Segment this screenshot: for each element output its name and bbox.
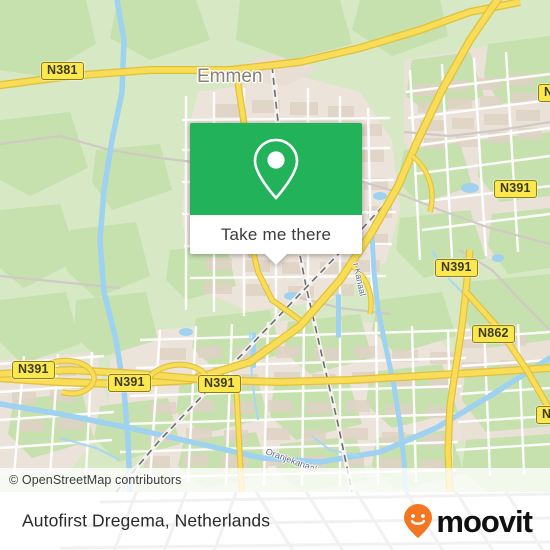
- popup-action-bar[interactable]: Take me there: [190, 215, 362, 265]
- shield-n862[interactable]: N862: [472, 325, 515, 343]
- shield-n391-left[interactable]: N391: [12, 361, 55, 379]
- shield-n391-right-lower[interactable]: N391: [435, 259, 478, 277]
- shield-partial-top-right[interactable]: N3: [538, 84, 550, 102]
- moovit-logo[interactable]: moovit: [403, 503, 533, 539]
- place-title: Autofirst Dregema, Netherlands: [22, 510, 271, 531]
- popup-image-area: [190, 123, 362, 215]
- shield-n391-center[interactable]: N391: [108, 374, 151, 392]
- map-pin-icon: [253, 138, 299, 200]
- popup-tail: [265, 254, 287, 265]
- moovit-pin-icon: [404, 504, 433, 538]
- take-me-there-popup[interactable]: Take me there: [190, 123, 362, 265]
- map-attribution-bar: © OpenStreetMap contributors: [0, 468, 550, 492]
- shield-n391-bottom-right[interactable]: N391: [198, 375, 241, 393]
- take-me-there-label: Take me there: [220, 224, 332, 244]
- shield-partial-bottom-right[interactable]: N8: [536, 406, 550, 424]
- shield-n381[interactable]: N381: [41, 62, 84, 80]
- shield-n391-right-upper[interactable]: N391: [494, 180, 537, 198]
- attribution-text: © OpenStreetMap contributors: [9, 473, 182, 487]
- moovit-wordmark: moovit: [436, 503, 533, 539]
- footer-bar: Autofirst Dregema, Netherlands moovit: [0, 492, 550, 550]
- moovit-map-screenshot: Emmen Oranjekanaal r Kanaal N381 N391 N3…: [0, 0, 550, 550]
